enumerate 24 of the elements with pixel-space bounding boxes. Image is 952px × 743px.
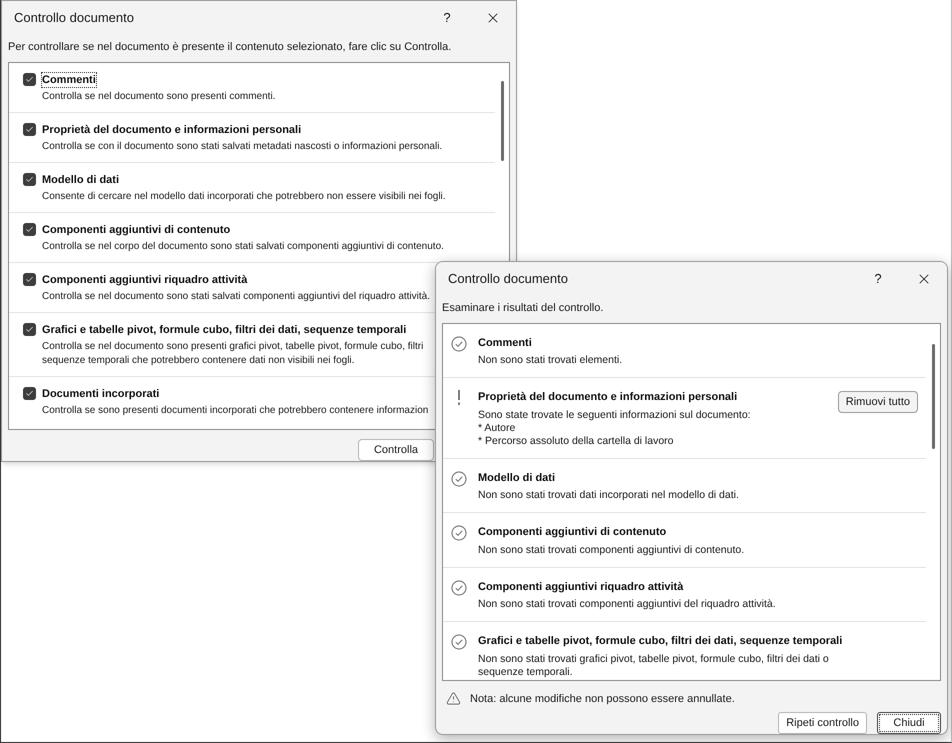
result-description: Non sono stati trovati dati incorporati nel modello di dati. [478,489,740,502]
option-description: Controlla se nel documento sono presenti commenti. [41,90,276,104]
option-description: Consente di cercare nel modello dati incorporati che potrebbero non essere visibili nei fogli. [41,190,447,204]
result-description: Non sono stati trovati componenti aggiuntivi del riquadro attività. [478,598,777,611]
note-text: Nota: alcune modifiche non possono essere annullate. [470,692,735,706]
option-description: Controlla se nel documento sono stati salvati componenti aggiuntivi del riquadro attività. [41,290,431,304]
result-description: Non sono stati trovati componenti aggiuntivi di contenuto. [478,544,746,556]
result-description: Non sono stati trovati grafici pivot, tabelle pivot, formule cubo, filtri dei dati o sequenze temporali. [478,652,830,678]
option-description: Controlla se con il documento sono stati salvati metadati nascosti o informazioni personali. [41,140,444,154]
result-title: Modello di dati [478,470,556,486]
result-title: Componenti aggiuntivi di contenuto [478,525,668,540]
result-description: Non sono stati trovati elementi. [478,354,624,367]
instruction-text: Esaminare i risultati del controllo. [441,301,604,316]
instruction-text: Per controllare se nel documento è presente il contenuto selezionato, fare clic su Controlla. [7,40,452,55]
option-description: Controlla se nel documento sono presenti grafici pivot, tabelle pivot, formule cubo, filtri sequenze temporali che potrebbero contenere dati non visibili nei fogli. [41,340,424,368]
result-title: Commenti [478,336,533,350]
window-title: Controllo documento [14,9,135,28]
option-description: Controlla se nel corpo del documento sono stati salvati componenti aggiuntivi di contenuto. [41,240,445,254]
result-title: Grafici e tabelle pivot, formule cubo, filtri dei dati, sequenze temporali [478,634,844,649]
window-title: Controllo documento [448,270,569,288]
result-description: Sono state trovate le seguenti informazioni sul documento: * Autore * Percorso assoluto della cartella di lavoro [478,408,752,448]
result-title: Componenti aggiuntivi riquadro attività [478,580,684,594]
result-title: Proprietà del documento e informazioni personali [478,390,738,405]
option-description: Controlla se sono presenti documenti incorporati che potrebbero contenere informazion [41,404,430,418]
